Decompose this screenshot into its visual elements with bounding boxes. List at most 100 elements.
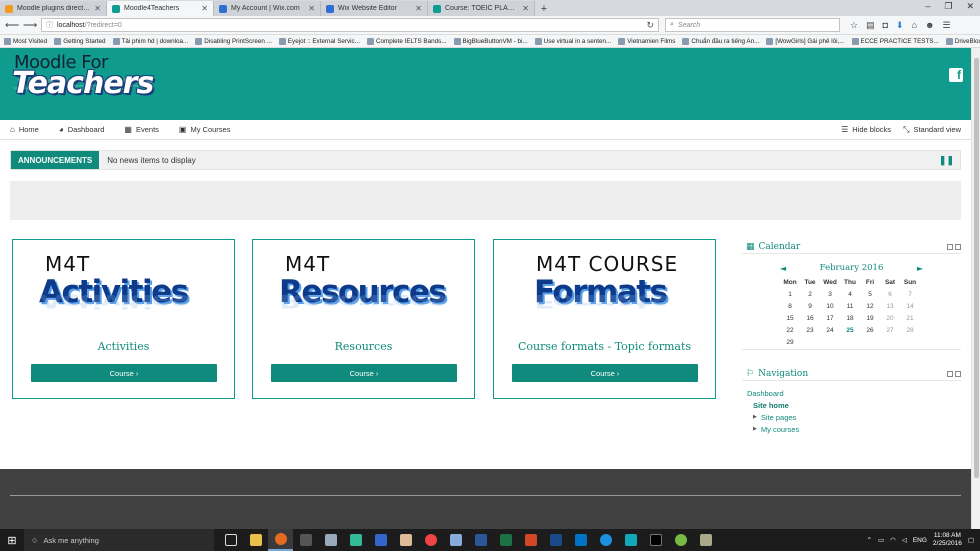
calendar-day[interactable]: 9 — [800, 300, 820, 312]
forward-icon[interactable]: ⟶ — [23, 20, 37, 31]
nav-site-pages[interactable]: ▶ Site pages — [747, 411, 961, 423]
firefox-icon[interactable] — [268, 529, 293, 551]
browser-tab[interactable]: Moodle plugins directory: ... ✕ — [0, 1, 107, 16]
close-tab-icon[interactable]: ✕ — [415, 4, 422, 13]
calendar-day[interactable]: 19 — [860, 312, 880, 324]
reading-list-icon[interactable]: ▤ — [866, 20, 875, 31]
dock-icon[interactable] — [955, 370, 961, 377]
browser-tab[interactable]: Wix Website Editor ✕ — [321, 1, 428, 16]
url-bar[interactable]: ⓘ localhost/?redirect=0 ↻ — [41, 18, 659, 32]
browser-tab[interactable]: Moodle4Teachers ✕ — [107, 1, 214, 16]
calendar-day[interactable]: 14 — [900, 300, 920, 312]
nav-my-courses[interactable]: ▶ My courses — [747, 423, 961, 435]
bookmark-item[interactable]: Chuẩn đầu ra tiếng An... — [682, 37, 759, 45]
app-icon[interactable] — [393, 529, 418, 551]
close-tab-icon[interactable]: ✕ — [94, 4, 101, 13]
file-explorer-icon[interactable] — [243, 529, 268, 551]
close-tab-icon[interactable]: ✕ — [201, 4, 208, 13]
app-icon[interactable] — [293, 529, 318, 551]
pocket-icon[interactable]: ◘ — [883, 20, 888, 31]
edge-icon[interactable] — [593, 529, 618, 551]
app-icon[interactable] — [693, 529, 718, 551]
calendar-day[interactable]: 28 — [900, 324, 920, 336]
bookmark-item[interactable]: Eyejot :: External Servic... — [278, 37, 360, 45]
bookmark-item[interactable]: BigBlueButtonVM - bi... — [453, 37, 528, 45]
bookmark-item[interactable]: Use virtual in a senten... — [534, 37, 611, 45]
calendar-day[interactable]: 1 — [780, 288, 800, 300]
notes-icon[interactable] — [318, 529, 343, 551]
card-title[interactable]: Resources — [253, 340, 474, 353]
close-tab-icon[interactable]: ✕ — [308, 4, 315, 13]
new-tab-button[interactable]: + — [535, 1, 553, 16]
collapse-icon[interactable] — [947, 243, 953, 250]
calendar-day[interactable]: 29 — [780, 336, 800, 348]
calendar-day[interactable]: 26 — [860, 324, 880, 336]
calendar-day[interactable]: 25 — [840, 324, 860, 336]
pause-icon[interactable]: ❚❚ — [939, 155, 954, 166]
bookmark-star-icon[interactable]: ☆ — [850, 20, 858, 31]
menu-my-courses[interactable]: ▣ My Courses — [179, 125, 231, 134]
hide-blocks-button[interactable]: ☰ Hide blocks — [841, 125, 891, 135]
scrollbar-thumb[interactable] — [974, 58, 979, 478]
bookmark-item[interactable]: Vietnamien Films — [618, 37, 675, 45]
chrome-icon[interactable] — [418, 529, 443, 551]
calendar-day[interactable]: 27 — [880, 324, 900, 336]
bookmark-item[interactable]: Getting Started — [54, 37, 106, 45]
calendar-day[interactable]: 13 — [880, 300, 900, 312]
bookmark-item[interactable]: Tải phim hd | downloa... — [112, 37, 188, 45]
close-window-icon[interactable]: ✕ — [966, 1, 974, 12]
calendar-day[interactable]: 21 — [900, 312, 920, 324]
clock[interactable]: 11:08 AM 2/25/2016 — [933, 532, 962, 548]
close-tab-icon[interactable]: ✕ — [522, 4, 529, 13]
chat-icon[interactable]: ☻ — [925, 20, 934, 31]
notifications-icon[interactable]: ▢ — [968, 536, 974, 544]
menu-home[interactable]: ⌂ Home — [10, 125, 39, 134]
battery-icon[interactable]: ▭ — [878, 536, 884, 544]
network-icon[interactable]: ◠ — [890, 536, 896, 544]
nav-site-home[interactable]: Site home — [747, 399, 961, 411]
calendar-day[interactable]: 3 — [820, 288, 840, 300]
home-icon[interactable]: ⌂ — [912, 20, 917, 31]
course-button[interactable]: Course › — [31, 364, 217, 382]
calendar-day[interactable]: 18 — [840, 312, 860, 324]
calendar-day[interactable]: 22 — [780, 324, 800, 336]
app-icon[interactable] — [618, 529, 643, 551]
menu-events[interactable]: ▦ Events — [124, 125, 159, 134]
bookmark-item[interactable]: Most Visited — [4, 37, 47, 45]
reload-icon[interactable]: ↻ — [646, 20, 654, 31]
prev-month-icon[interactable]: ◄ — [780, 264, 786, 273]
facebook-icon[interactable]: f — [949, 68, 963, 82]
calendar-day[interactable]: 2 — [800, 288, 820, 300]
card-image[interactable]: M4T COURSE Formats Formats — [502, 246, 707, 336]
calendar-day[interactable]: 5 — [860, 288, 880, 300]
announcements-label[interactable]: ANNOUNCEMENTS — [11, 151, 100, 169]
volume-icon[interactable]: ◁ — [902, 536, 907, 544]
app-icon[interactable] — [443, 529, 468, 551]
calendar-day[interactable]: 4 — [840, 288, 860, 300]
calendar-day[interactable]: 23 — [800, 324, 820, 336]
bookmark-item[interactable]: [WowGirls] Gái phê lôi,... — [766, 37, 845, 45]
browser-tab[interactable]: My Account | Wix.com ✕ — [214, 1, 321, 16]
dock-icon[interactable] — [955, 243, 961, 250]
browser-tab[interactable]: Course: TOEIC PLACEME... ✕ — [428, 1, 535, 16]
bookmark-item[interactable]: ECCE PRACTICE TESTS... — [851, 37, 939, 45]
download-icon[interactable]: ⬇ — [896, 20, 904, 31]
calendar-day[interactable]: 10 — [820, 300, 840, 312]
calendar-day[interactable]: 24 — [820, 324, 840, 336]
app-icon[interactable] — [368, 529, 393, 551]
taskbar-search[interactable]: ○ Ask me anything — [24, 529, 214, 551]
cmd-icon[interactable] — [643, 529, 668, 551]
page-scrollbar[interactable] — [971, 48, 980, 529]
collapse-icon[interactable] — [947, 370, 953, 377]
word-icon[interactable] — [468, 529, 493, 551]
course-button[interactable]: Course › — [512, 364, 698, 382]
next-month-icon[interactable]: ► — [917, 264, 923, 273]
calendar-day[interactable]: 6 — [880, 288, 900, 300]
powerpoint-icon[interactable] — [518, 529, 543, 551]
standard-view-button[interactable]: ⤡ Standard view — [903, 125, 961, 135]
card-image[interactable]: M4T Resources Resources — [261, 246, 466, 336]
back-icon[interactable]: ⟵ — [5, 20, 19, 31]
calendar-day[interactable]: 12 — [860, 300, 880, 312]
excel-icon[interactable] — [493, 529, 518, 551]
card-title[interactable]: Activities — [13, 340, 234, 353]
